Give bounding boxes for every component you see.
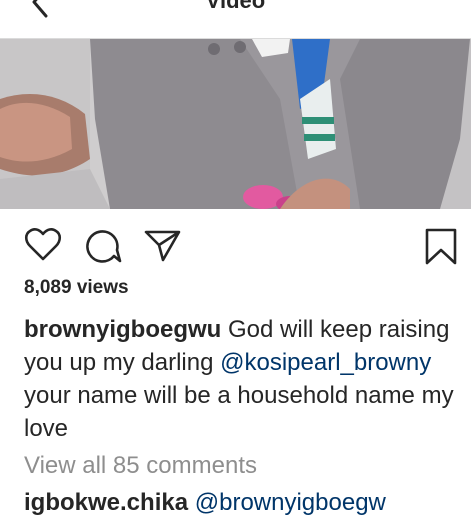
view-count: 8,089 views [24,277,129,298]
caption-mention[interactable]: @kosipearl_browny [220,349,431,376]
like-button[interactable] [24,228,62,267]
video-player[interactable] [0,39,471,209]
save-button[interactable] [424,228,458,271]
comment-button[interactable] [84,228,122,269]
view-all-comments-link[interactable]: View all 85 comments [24,452,257,480]
share-icon [144,230,181,262]
comment-username[interactable]: igbokwe.chika [24,489,188,516]
comment-item: igbokwe.chika @brownyigboegw [24,489,386,517]
video-frame [0,39,471,209]
post-page: Video 8,089 views brownyigboegwu God wil… [0,0,471,522]
bookmark-icon [425,228,457,265]
heart-icon [24,228,62,261]
share-button[interactable] [144,228,182,267]
author-username[interactable]: brownyigboegwu [24,316,221,343]
caption-text-continued: your name will be a household name my lo… [24,382,454,442]
action-bar [0,220,471,270]
comment-mention[interactable]: @brownyigboegw [195,489,386,516]
page-title: Video [205,0,266,13]
top-bar: Video [0,0,471,39]
comment-icon [86,230,122,263]
post-caption: brownyigboegwu God will keep raising you… [24,313,454,445]
